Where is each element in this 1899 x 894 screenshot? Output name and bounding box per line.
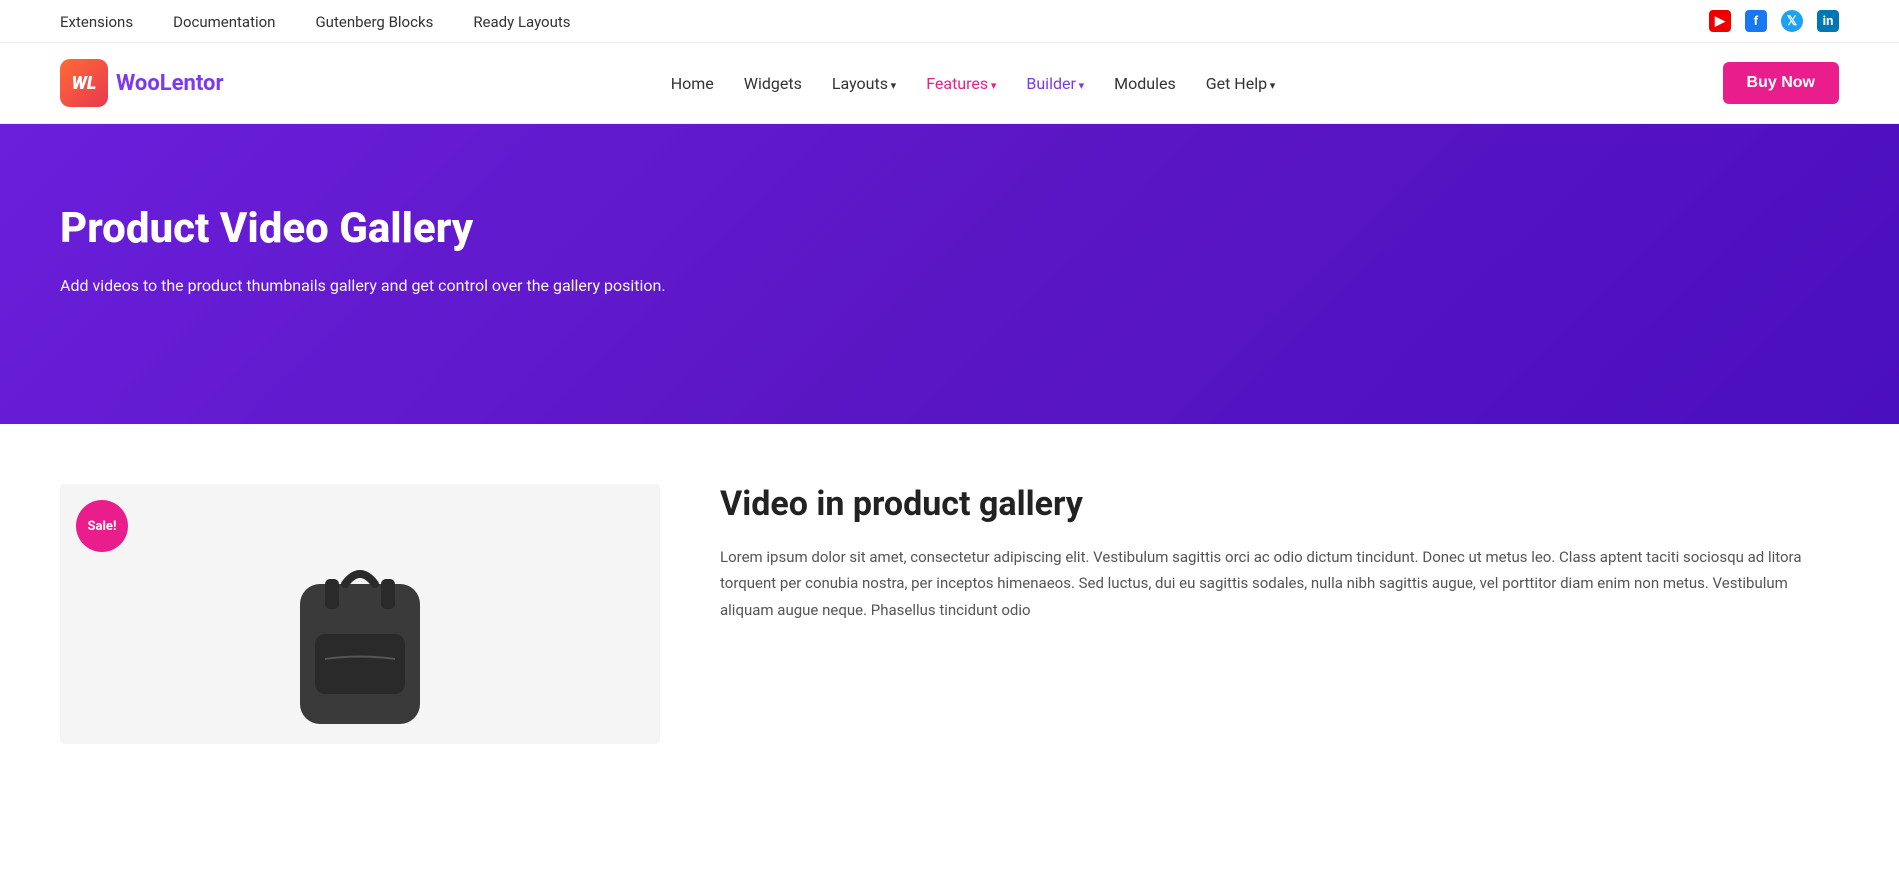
buy-now-button[interactable]: Buy Now: [1723, 62, 1839, 104]
nav-item-home[interactable]: Home: [671, 74, 714, 93]
nav-item-get-help[interactable]: Get Help: [1206, 74, 1276, 93]
product-text-column: Video in product gallery Lorem ipsum dol…: [720, 484, 1839, 623]
nav-item-features[interactable]: Features: [926, 74, 996, 93]
youtube-icon[interactable]: ▶: [1709, 10, 1731, 32]
hero-description: Add videos to the product thumbnails gal…: [60, 273, 710, 299]
social-icons-group: ▶ f 𝕏 in: [1709, 10, 1839, 32]
twitter-icon[interactable]: 𝕏: [1781, 10, 1803, 32]
sale-badge: Sale!: [76, 500, 128, 552]
top-nav-item-extensions[interactable]: Extensions: [60, 12, 133, 31]
facebook-icon[interactable]: f: [1745, 10, 1767, 32]
nav-item-modules[interactable]: Modules: [1114, 74, 1176, 93]
top-nav-item-gutenberg[interactable]: Gutenberg Blocks: [315, 12, 433, 31]
top-nav-item-documentation[interactable]: Documentation: [173, 12, 275, 31]
linkedin-icon[interactable]: in: [1817, 10, 1839, 32]
nav-item-widgets[interactable]: Widgets: [744, 74, 802, 93]
product-description: Lorem ipsum dolor sit amet, consectetur …: [720, 544, 1839, 623]
top-bar-nav: Extensions Documentation Gutenberg Block…: [60, 12, 571, 31]
top-bar: Extensions Documentation Gutenberg Block…: [0, 0, 1899, 43]
hero-title: Product Video Gallery: [60, 204, 660, 253]
product-gallery: Sale!: [60, 484, 660, 744]
logo-icon: WL: [60, 59, 108, 107]
logo-link[interactable]: WL WooLentor: [60, 59, 224, 107]
hero-banner: Product Video Gallery Add videos to the …: [0, 124, 1899, 424]
nav-item-layouts[interactable]: Layouts: [832, 74, 896, 93]
product-section-title: Video in product gallery: [720, 484, 1839, 524]
top-nav-item-ready-layouts[interactable]: Ready Layouts: [473, 12, 570, 31]
content-section: Sale! Video in product gallery Lorem ips…: [0, 424, 1899, 784]
main-header: WL WooLentor Home Widgets Layouts Featur…: [0, 43, 1899, 124]
nav-item-builder[interactable]: Builder: [1026, 74, 1084, 93]
logo-text: WooLentor: [116, 71, 224, 96]
backpack-image: [250, 524, 470, 744]
main-nav-links: Home Widgets Layouts Features Builder Mo…: [671, 74, 1276, 93]
